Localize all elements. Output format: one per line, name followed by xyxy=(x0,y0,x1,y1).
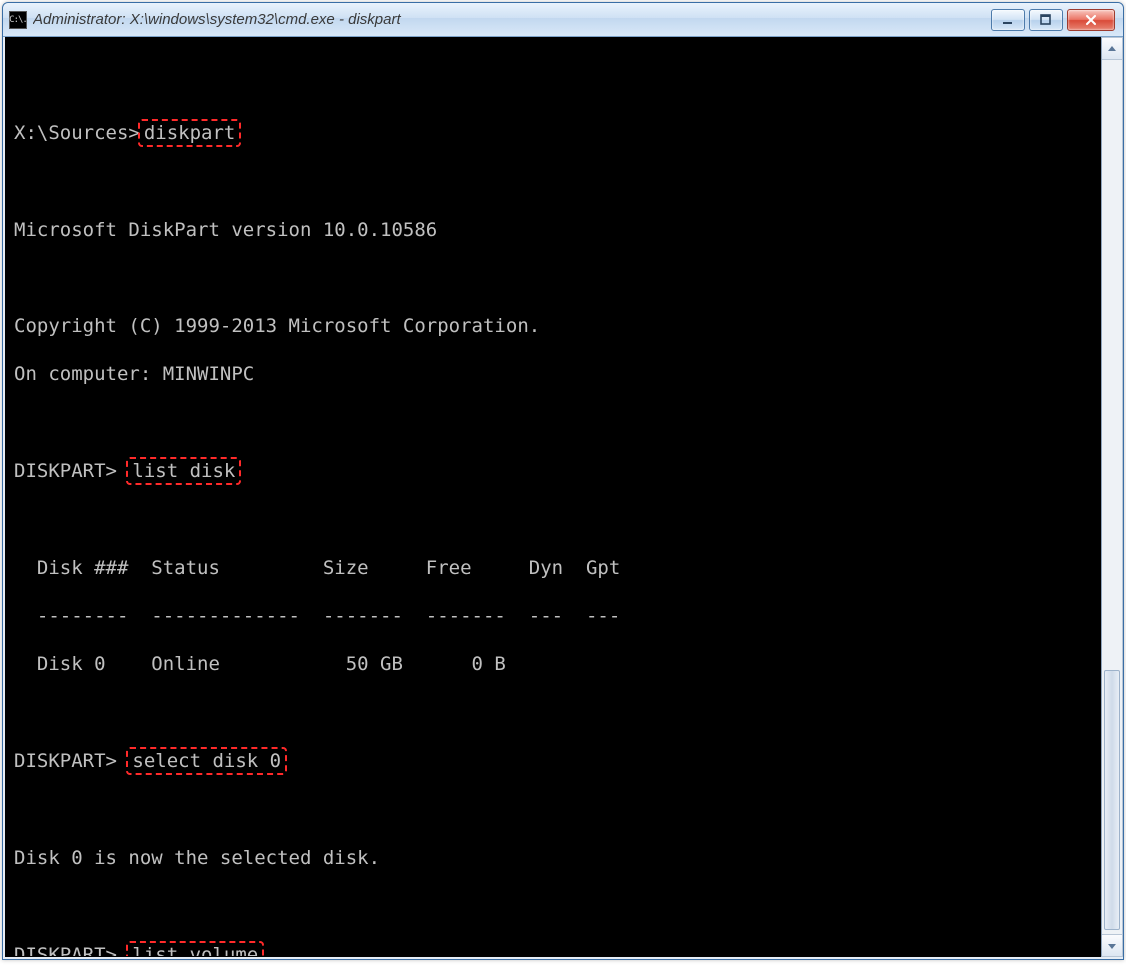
disk-row: Disk 0 Online 50 GB 0 B xyxy=(14,652,1095,676)
disk-divider: -------- ------------- ------- ------- -… xyxy=(14,604,1095,628)
maximize-icon xyxy=(1040,14,1052,26)
highlight-list-disk: list disk xyxy=(126,457,241,485)
terminal-output[interactable]: X:\Sources>diskpart Microsoft DiskPart v… xyxy=(5,37,1101,957)
scrollbar-thumb[interactable] xyxy=(1104,670,1120,930)
window-controls xyxy=(991,9,1115,31)
computer-line: On computer: MINWINPC xyxy=(14,362,1095,386)
vertical-scrollbar[interactable] xyxy=(1101,37,1123,957)
diskpart-prompt: DISKPART> xyxy=(14,750,117,772)
chevron-down-icon xyxy=(1107,941,1117,951)
titlebar[interactable]: C:\. Administrator: X:\windows\system32\… xyxy=(3,3,1123,37)
diskpart-prompt: DISKPART> xyxy=(14,944,117,957)
chevron-up-icon xyxy=(1107,44,1117,54)
select-disk-result: Disk 0 is now the selected disk. xyxy=(14,846,1095,870)
cmd-window: C:\. Administrator: X:\windows\system32\… xyxy=(2,2,1124,960)
maximize-button[interactable] xyxy=(1029,9,1063,31)
prompt: X:\Sources> xyxy=(14,122,140,144)
diskpart-prompt: DISKPART> xyxy=(14,460,117,482)
scroll-up-button[interactable] xyxy=(1102,38,1122,60)
client-area: X:\Sources>diskpart Microsoft DiskPart v… xyxy=(3,37,1123,959)
disk-header: Disk ### Status Size Free Dyn Gpt xyxy=(14,556,1095,580)
close-button[interactable] xyxy=(1067,9,1115,31)
scrollbar-track[interactable] xyxy=(1102,60,1122,934)
copyright-line: Copyright (C) 1999-2013 Microsoft Corpor… xyxy=(14,314,1095,338)
close-icon xyxy=(1084,14,1098,26)
minimize-icon xyxy=(1002,14,1014,26)
scroll-down-button[interactable] xyxy=(1102,934,1122,956)
version-line: Microsoft DiskPart version 10.0.10586 xyxy=(14,218,1095,242)
cmd-icon: C:\. xyxy=(9,11,27,29)
window-title: Administrator: X:\windows\system32\cmd.e… xyxy=(33,11,985,28)
highlight-diskpart: diskpart xyxy=(138,119,242,147)
highlight-select-disk: select disk 0 xyxy=(126,747,287,775)
highlight-list-volume: list volume xyxy=(126,941,264,957)
minimize-button[interactable] xyxy=(991,9,1025,31)
